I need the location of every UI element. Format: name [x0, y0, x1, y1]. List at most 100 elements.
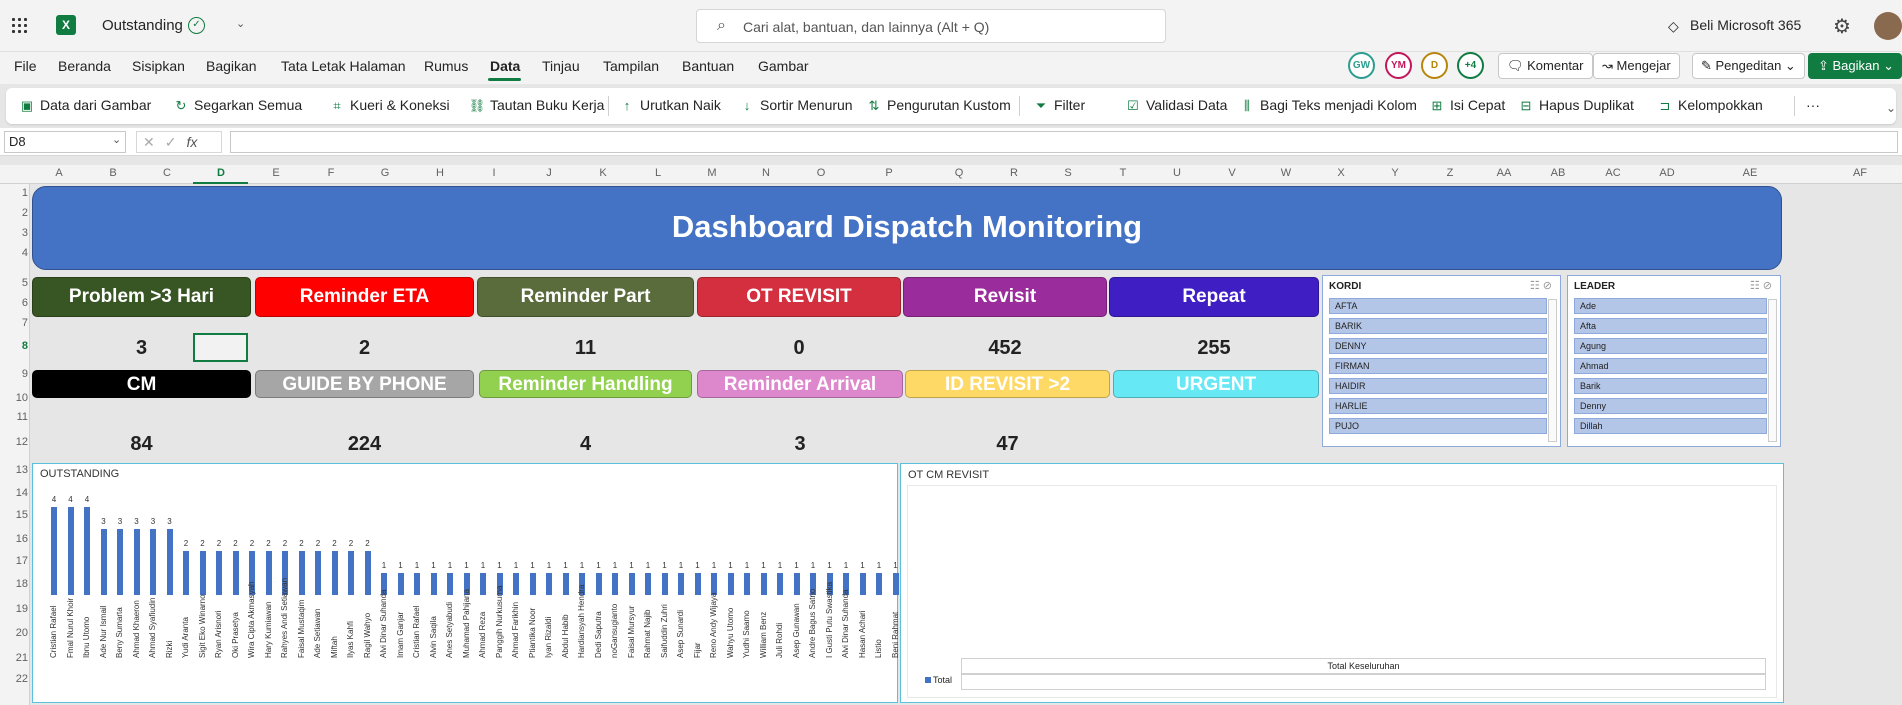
name-box[interactable]: D8 — [4, 131, 126, 153]
bar-39[interactable] — [694, 573, 701, 595]
row-header-18[interactable]: 18 — [0, 578, 28, 590]
bar-7[interactable] — [166, 529, 173, 595]
bar-10[interactable] — [216, 551, 222, 595]
slicer-item[interactable]: BARIK — [1329, 318, 1547, 334]
column-header-I[interactable]: I — [479, 167, 509, 179]
bar-33[interactable] — [595, 573, 602, 595]
bar-22[interactable] — [414, 573, 420, 595]
ribbon-button-1[interactable]: ↻ Segarkan Semua — [172, 97, 303, 114]
column-header-L[interactable]: L — [643, 167, 673, 179]
menu-tab-sisipkan[interactable]: Sisipkan — [132, 58, 185, 74]
column-header-J[interactable]: J — [534, 167, 564, 179]
row-header-4[interactable]: 4 — [0, 247, 28, 259]
bar-2[interactable] — [84, 507, 90, 595]
ribbon-button-9[interactable]: ⫼ Bagi Teks menjadi Kolom — [1238, 97, 1417, 114]
slicer-item[interactable]: PUJO — [1329, 418, 1547, 434]
bar-35[interactable] — [628, 573, 635, 595]
column-header-M[interactable]: M — [697, 167, 727, 179]
bar-49[interactable] — [859, 573, 866, 595]
bar-45[interactable] — [793, 573, 800, 595]
slicer-item[interactable]: AFTA — [1329, 298, 1547, 314]
comments-button[interactable]: 🗨 Komentar — [1498, 53, 1593, 79]
bar-18[interactable] — [348, 551, 354, 595]
collaborator-avatar[interactable]: YM — [1385, 52, 1412, 79]
column-header-AA[interactable]: AA — [1489, 167, 1519, 179]
more-collaborators-badge[interactable]: +4 — [1457, 52, 1484, 79]
column-header-W[interactable]: W — [1271, 167, 1301, 179]
row-header-1[interactable]: 1 — [0, 187, 28, 199]
bar-28[interactable] — [513, 573, 519, 595]
ribbon-button-7[interactable]: ⏷ Filter — [1032, 97, 1085, 114]
row-header-19[interactable]: 19 — [0, 603, 28, 615]
slicer-item[interactable]: Agung — [1574, 338, 1767, 354]
slicer-item[interactable]: Ade — [1574, 298, 1767, 314]
column-header-AC[interactable]: AC — [1598, 167, 1628, 179]
column-header-Z[interactable]: Z — [1435, 167, 1465, 179]
column-header-V[interactable]: V — [1217, 167, 1247, 179]
row-header-3[interactable]: 3 — [0, 227, 28, 239]
bar-41[interactable] — [727, 573, 734, 595]
column-header-C[interactable]: C — [152, 167, 182, 179]
column-header-Q[interactable]: Q — [944, 167, 974, 179]
share-button[interactable]: ⇪ Bagikan ⌄ — [1808, 53, 1902, 79]
bar-43[interactable] — [760, 573, 767, 595]
outstanding-chart[interactable]: OUTSTANDING 4 Cristian Rafael 4 Fmal Nurul … — [32, 463, 900, 703]
bar-50[interactable] — [876, 573, 882, 595]
column-header-B[interactable]: B — [98, 167, 128, 179]
column-header-A[interactable]: A — [44, 167, 74, 179]
slicer-item[interactable]: Afta — [1574, 318, 1767, 334]
column-header-F[interactable]: F — [316, 167, 346, 179]
ribbon-button-6[interactable]: ⇅ Pengurutan Kustom — [865, 97, 1011, 114]
column-header-P[interactable]: P — [874, 167, 904, 179]
slicer-item[interactable]: HARLIE — [1329, 398, 1547, 414]
ot-cm-revisit-chart[interactable]: OT CM REVISIT Total Keseluruhan Total — [900, 463, 1784, 703]
slicer-scrollbar[interactable] — [1548, 299, 1557, 442]
column-header-AE[interactable]: AE — [1735, 167, 1765, 179]
bar-19[interactable] — [364, 551, 371, 595]
slicer-kordi[interactable]: KORDI ☷ ⊘ AFTA BARIK DENNY FIRMAN HAIDIR HARLIE… — [1322, 275, 1561, 447]
row-header-20[interactable]: 20 — [0, 627, 28, 639]
slicer-item[interactable]: HAIDIR — [1329, 378, 1547, 394]
search-box[interactable]: ⌕ Cari alat, bantuan, dan lainnya (Alt +… — [696, 9, 1166, 43]
bar-34[interactable] — [612, 573, 618, 595]
buy-microsoft-365-link[interactable]: Beli Microsoft 365 — [1690, 17, 1801, 33]
column-header-K[interactable]: K — [588, 167, 618, 179]
column-header-N[interactable]: N — [751, 167, 781, 179]
row-header-16[interactable]: 16 — [0, 533, 28, 545]
ribbon-button-0[interactable]: ▣ Data dari Gambar — [18, 97, 151, 114]
ribbon-button-3[interactable]: ⛓ Tautan Buku Kerja — [468, 97, 605, 114]
bar-9[interactable] — [199, 551, 206, 595]
bar-13[interactable] — [265, 551, 272, 595]
menu-tab-tampilan[interactable]: Tampilan — [603, 58, 659, 74]
bar-42[interactable] — [744, 573, 750, 595]
slicer-filter-icons[interactable]: ☷ ⊘ — [1530, 279, 1552, 292]
column-header-AB[interactable]: AB — [1543, 167, 1573, 179]
bar-51[interactable] — [892, 573, 899, 595]
bar-38[interactable] — [678, 573, 684, 595]
row-header-6[interactable]: 6 — [0, 297, 28, 309]
catch-up-button[interactable]: ↝ Mengejar — [1593, 53, 1680, 79]
menu-tab-tata-letak-halaman[interactable]: Tata Letak Halaman — [281, 58, 406, 74]
bar-29[interactable] — [529, 573, 536, 595]
ribbon-button-13[interactable]: ··· — [1806, 97, 1820, 113]
bar-30[interactable] — [546, 573, 552, 595]
row-header-10[interactable]: 10 — [0, 392, 28, 404]
editing-mode-button[interactable]: ✎ Pengeditan ⌄ — [1692, 53, 1805, 79]
row-header-9[interactable]: 9 — [0, 368, 28, 380]
bar-4[interactable] — [117, 529, 123, 595]
row-header-8[interactable]: 8 — [0, 340, 28, 352]
bar-1[interactable] — [67, 507, 74, 595]
slicer-item[interactable]: Ahmad — [1574, 358, 1767, 374]
bar-24[interactable] — [447, 573, 453, 595]
slicer-item[interactable]: FIRMAN — [1329, 358, 1547, 374]
bar-11[interactable] — [232, 551, 239, 595]
ribbon-collapse-icon[interactable]: ⌄ — [1886, 101, 1896, 115]
row-header-15[interactable]: 15 — [0, 509, 28, 521]
menu-tab-rumus[interactable]: Rumus — [424, 58, 468, 74]
column-header-S[interactable]: S — [1053, 167, 1083, 179]
row-header-22[interactable]: 22 — [0, 673, 28, 685]
bar-0[interactable] — [51, 507, 57, 595]
slicer-item[interactable]: Denny — [1574, 398, 1767, 414]
column-header-Y[interactable]: Y — [1380, 167, 1410, 179]
column-header-G[interactable]: G — [370, 167, 400, 179]
